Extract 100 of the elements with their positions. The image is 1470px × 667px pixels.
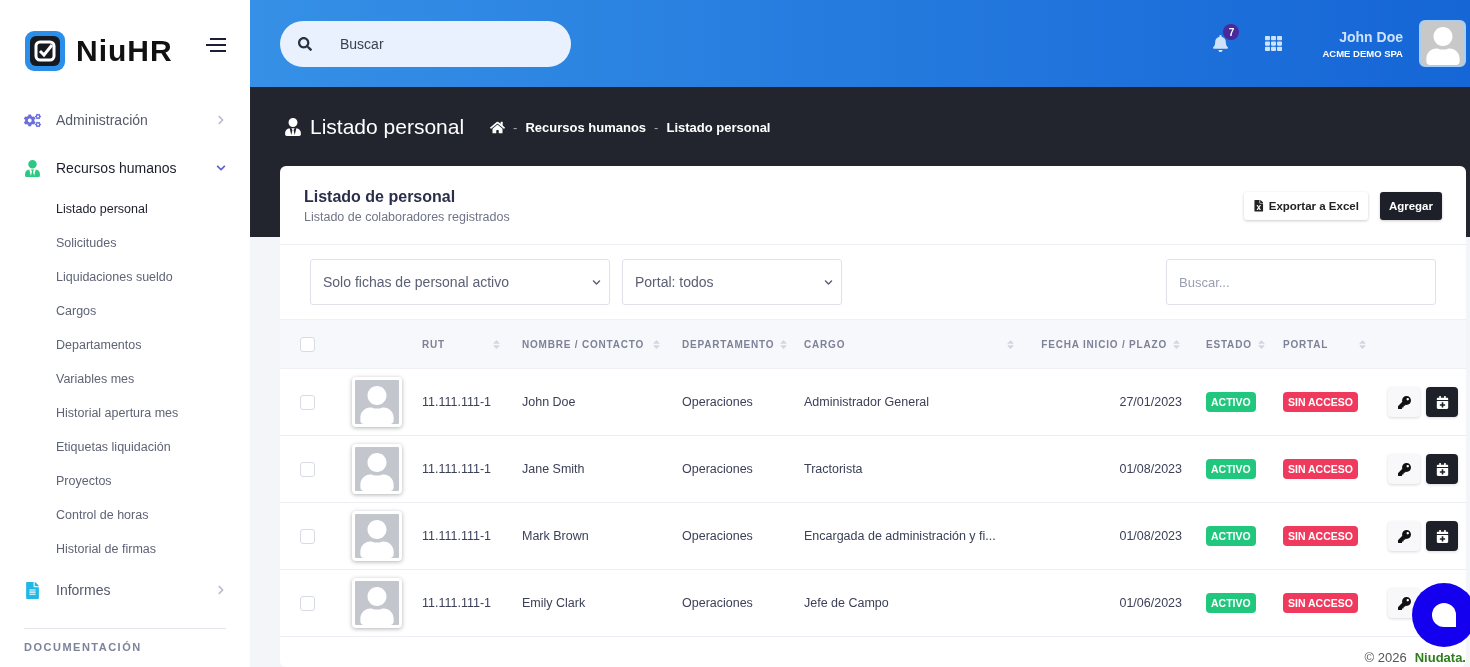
status-badge: ACTIVO <box>1206 459 1256 479</box>
home-icon[interactable] <box>490 119 506 135</box>
sidebar-subitem[interactable]: Liquidaciones sueldo <box>24 260 226 294</box>
checkbox[interactable] <box>300 394 315 410</box>
file-icon <box>1253 200 1265 212</box>
sidebar-subitem[interactable]: Proyectos <box>24 464 226 498</box>
sort-icon <box>651 338 662 350</box>
sort-icon <box>1171 338 1182 350</box>
table-cell-text: Encargada de administración y fi... <box>803 529 997 543</box>
avatar-silhouette <box>352 377 402 427</box>
column-header[interactable]: ESTADO <box>1194 338 1271 350</box>
sidebar-subitem[interactable]: Listado personal <box>24 192 226 226</box>
table-cell-text: 11.111.111-1 <box>421 395 493 409</box>
table-cell-text: 11.111.111-1 <box>421 462 493 476</box>
key-icon[interactable] <box>1388 521 1420 551</box>
export-button[interactable]: Exportar a Excel <box>1244 192 1368 220</box>
sidebar-subitem[interactable]: Solicitudes <box>24 226 226 260</box>
add-button[interactable]: Agregar <box>1379 192 1442 220</box>
apps-grid-icon[interactable] <box>1265 35 1283 52</box>
status-badge: SIN ACCESO <box>1283 593 1358 613</box>
sort-icon <box>1005 338 1016 350</box>
menu-icon[interactable] <box>206 37 226 53</box>
table-cell-text: Operaciones <box>681 395 754 409</box>
copyright-text: © 2026 <box>1364 650 1407 665</box>
table-cell-text: Emily Clark <box>521 596 587 610</box>
status-badge: ACTIVO <box>1206 593 1256 613</box>
key-icon[interactable] <box>1388 387 1420 417</box>
sidebar-item[interactable]: Informes <box>24 566 226 614</box>
table-cell-text: 01/06/2023 <box>1118 596 1183 610</box>
page-title: Listado personal <box>310 115 465 139</box>
breadcrumb-link[interactable]: Listado personal <box>666 119 771 135</box>
table-cell-text: 01/08/2023 <box>1118 462 1183 476</box>
chat-bubble-icon <box>1431 602 1457 628</box>
calendar-icon[interactable] <box>1426 387 1458 417</box>
card-title: Listado de personal <box>304 188 457 206</box>
checkbox[interactable] <box>300 528 315 544</box>
calendar-icon[interactable] <box>1426 521 1458 551</box>
avatar-silhouette <box>352 578 402 628</box>
search-icon <box>298 36 312 51</box>
person-icon <box>284 118 302 136</box>
table-cell-text: John Doe <box>521 395 577 409</box>
avatar-silhouette <box>352 511 402 561</box>
checkbox[interactable] <box>300 595 315 611</box>
chevron-icon <box>216 163 226 173</box>
column-header[interactable]: RUT <box>410 338 510 350</box>
table-cell-text: Mark Brown <box>521 529 590 543</box>
column-header[interactable]: PORTAL <box>1271 338 1376 350</box>
table-cell-text: Jane Smith <box>521 462 586 476</box>
sort-icon <box>778 338 790 350</box>
key-icon[interactable] <box>1388 454 1420 484</box>
person-icon <box>24 159 42 177</box>
table-cell-text: Operaciones <box>681 596 754 610</box>
caret-icon <box>824 277 833 287</box>
table-cell-text: 11.111.111-1 <box>421 596 493 610</box>
filter-select[interactable]: Portal: todos <box>622 259 842 305</box>
sidebar-subitem[interactable]: Cargos <box>24 294 226 328</box>
breadcrumb-link[interactable]: Recursos humanos <box>525 119 647 135</box>
card-subtitle: Listado de colaboradores registrados <box>304 210 510 224</box>
bell-icon[interactable] <box>1212 35 1230 52</box>
breadcrumb-separator: - <box>654 119 659 135</box>
table-cell-text: 01/08/2023 <box>1118 529 1183 543</box>
status-badge: SIN ACCESO <box>1283 526 1358 546</box>
filter-select[interactable]: Solo fichas de personal activo <box>310 259 610 305</box>
search-field[interactable]: Buscar... <box>1166 259 1436 305</box>
sidebar-item[interactable]: Recursos humanos <box>24 144 226 192</box>
caret-icon <box>592 277 601 287</box>
sidebar-subitem[interactable]: Historial de firmas <box>24 532 226 566</box>
sidebar-subitem[interactable]: Etiquetas liquidación <box>24 430 226 464</box>
sidebar-subitem[interactable]: Control de horas <box>24 498 226 532</box>
checkbox[interactable] <box>300 336 315 352</box>
chevron-icon <box>216 115 226 125</box>
status-badge: SIN ACCESO <box>1283 392 1358 412</box>
table-cell-text: Operaciones <box>681 462 754 476</box>
status-badge: ACTIVO <box>1206 526 1256 546</box>
chevron-icon <box>216 585 226 595</box>
search-field[interactable]: Buscar <box>280 20 571 67</box>
sidebar-subitem[interactable]: Historial apertura mes <box>24 396 226 430</box>
column-header[interactable]: NOMBRE / CONTACTO <box>510 338 670 350</box>
breadcrumb-separator: - <box>513 119 518 135</box>
status-badge: SIN ACCESO <box>1283 459 1358 479</box>
status-badge: ACTIVO <box>1206 392 1256 412</box>
table-cell-text: 27/01/2023 <box>1118 395 1183 409</box>
section-heading: DOCUMENTACIÓN <box>24 641 143 653</box>
calendar-icon[interactable] <box>1426 454 1458 484</box>
company-link[interactable]: Niudata. <box>1414 650 1466 665</box>
sidebar-item[interactable]: Administración <box>24 96 226 144</box>
sort-icon <box>491 338 502 350</box>
column-header[interactable]: DEPARTAMENTO <box>670 338 792 350</box>
avatar-silhouette <box>352 444 402 494</box>
table-cell-text: 11.111.111-1 <box>421 529 493 543</box>
column-header[interactable]: FECHA INICIO / PLAZO <box>1024 338 1194 350</box>
brand-name: NiuHR <box>76 34 173 68</box>
sidebar-subitem[interactable]: Variables mes <box>24 362 226 396</box>
table-cell-text: Operaciones <box>681 529 754 543</box>
document-icon <box>24 581 42 599</box>
sort-icon <box>1255 338 1267 350</box>
sort-icon <box>1357 338 1368 350</box>
sidebar-subitem[interactable]: Departamentos <box>24 328 226 362</box>
column-header[interactable]: CARGO <box>792 338 1024 350</box>
checkbox[interactable] <box>300 461 315 477</box>
